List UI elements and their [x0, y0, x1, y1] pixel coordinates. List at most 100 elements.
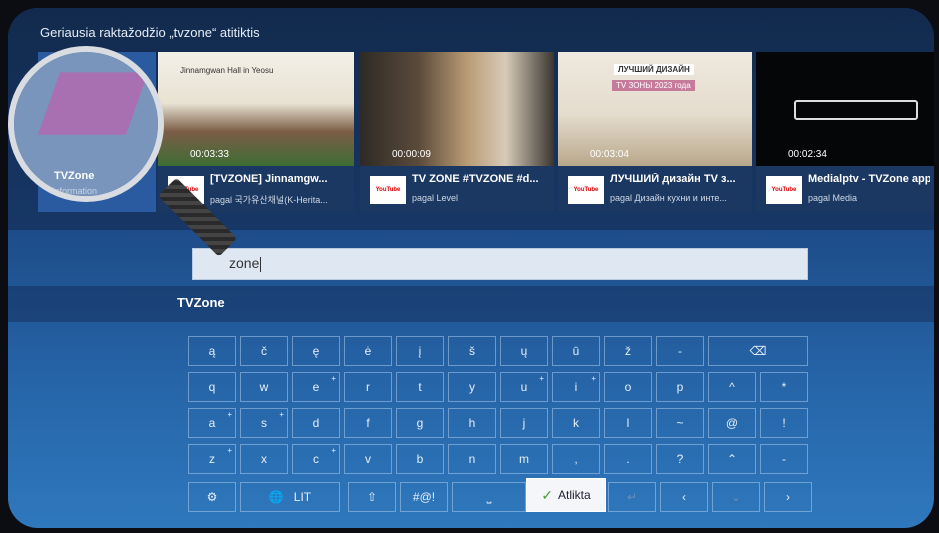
- video-title: Medialptv - TVZone apps: [808, 173, 930, 185]
- key-label: ę: [312, 344, 320, 358]
- key-label: ė: [364, 344, 372, 358]
- key-label: @: [725, 416, 739, 430]
- video-meta: YouTube TV ZONE #TVZONE #d... pagal Leve…: [360, 166, 554, 212]
- key[interactable]: i +: [552, 372, 600, 402]
- key[interactable]: g: [396, 408, 444, 438]
- key[interactable]: o: [604, 372, 652, 402]
- key[interactable]: j: [500, 408, 548, 438]
- key[interactable]: ^: [708, 372, 756, 402]
- key[interactable]: y: [448, 372, 496, 402]
- key[interactable]: q: [188, 372, 236, 402]
- key[interactable]: ?: [656, 444, 704, 474]
- globe-icon: 🌐: [268, 490, 284, 504]
- key[interactable]: s +: [240, 408, 288, 438]
- key-label: -: [782, 452, 786, 466]
- space-icon: ⎵: [486, 489, 492, 504]
- video-card[interactable]: 00:00:09 YouTube TV ZONE #TVZONE #d... p…: [360, 52, 554, 212]
- key[interactable]: č: [240, 336, 288, 366]
- key-label: č: [261, 344, 267, 358]
- done-button[interactable]: ✓ Atlikta: [526, 478, 606, 512]
- key[interactable]: ,: [552, 444, 600, 474]
- video-thumbnail: Jinnamgwan Hall in Yeosu 00:03:33: [158, 52, 354, 166]
- plus-icon: +: [279, 410, 284, 419]
- video-title: ЛУЧШИЙ дизайн TV з...: [610, 173, 736, 185]
- key[interactable]: ė: [344, 336, 392, 366]
- symbols-key[interactable]: #@!: [400, 482, 448, 512]
- key[interactable]: ų: [500, 336, 548, 366]
- key[interactable]: į: [396, 336, 444, 366]
- down-arrow-key[interactable]: ⌄: [712, 482, 760, 512]
- key[interactable]: n: [448, 444, 496, 474]
- key[interactable]: u +: [500, 372, 548, 402]
- thumbnail-caption: ЛУЧШИЙ ДИЗАЙН: [614, 64, 694, 75]
- suggestion-item[interactable]: TVZone: [177, 295, 225, 310]
- video-title: TV ZONE #TVZONE #d...: [412, 173, 539, 185]
- shift-icon: ⇧: [366, 490, 378, 504]
- key-label: .: [626, 452, 630, 466]
- key[interactable]: *: [760, 372, 808, 402]
- key[interactable]: !: [760, 408, 808, 438]
- key[interactable]: ⌃: [708, 444, 756, 474]
- key[interactable]: p: [656, 372, 704, 402]
- settings-key[interactable]: ⚙: [188, 482, 236, 512]
- key[interactable]: v: [344, 444, 392, 474]
- key[interactable]: m: [500, 444, 548, 474]
- shift-key[interactable]: ⇧: [348, 482, 396, 512]
- key[interactable]: h: [448, 408, 496, 438]
- key[interactable]: k: [552, 408, 600, 438]
- key[interactable]: .: [604, 444, 652, 474]
- key[interactable]: -: [656, 336, 704, 366]
- key[interactable]: @: [708, 408, 756, 438]
- key-label: z: [209, 452, 215, 466]
- key-label: !: [782, 416, 786, 430]
- key-label: e: [312, 380, 320, 394]
- backspace-key[interactable]: ⌫: [708, 336, 808, 366]
- key-label: v: [365, 452, 371, 466]
- key[interactable]: ą: [188, 336, 236, 366]
- left-arrow-key[interactable]: ‹: [660, 482, 708, 512]
- key-label: q: [208, 380, 216, 394]
- key-label: x: [261, 452, 267, 466]
- video-duration: 00:03:33: [190, 149, 229, 160]
- key[interactable]: ū: [552, 336, 600, 366]
- key[interactable]: l: [604, 408, 652, 438]
- key-label: ^: [729, 380, 735, 394]
- video-card[interactable]: ЛУЧШИЙ ДИЗАЙН TV ЗОНЫ 2023 года 00:03:04…: [558, 52, 752, 212]
- enter-key[interactable]: ↵: [608, 482, 656, 512]
- key-label: ų: [520, 344, 528, 358]
- key[interactable]: š: [448, 336, 496, 366]
- key-label: f: [366, 416, 370, 430]
- key[interactable]: c +: [292, 444, 340, 474]
- key[interactable]: w: [240, 372, 288, 402]
- key[interactable]: f: [344, 408, 392, 438]
- search-input[interactable]: zone: [192, 248, 808, 280]
- key[interactable]: d: [292, 408, 340, 438]
- app-tile-name-magnified: TVZone: [54, 170, 95, 182]
- video-thumbnail: 00:00:09: [360, 52, 554, 166]
- key[interactable]: ę: [292, 336, 340, 366]
- key-label: ?: [676, 452, 684, 466]
- key[interactable]: b: [396, 444, 444, 474]
- plus-icon: +: [227, 446, 232, 455]
- key-label: *: [781, 380, 787, 394]
- space-key[interactable]: ⎵: [452, 482, 526, 512]
- gear-icon: ⚙: [206, 490, 218, 504]
- video-card[interactable]: 00:02:34 YouTube Medialptv - TVZone apps…: [756, 52, 934, 212]
- key[interactable]: -: [760, 444, 808, 474]
- key-label: ą: [208, 344, 216, 358]
- key-label: j: [522, 416, 526, 430]
- video-duration: 00:02:34: [788, 149, 827, 160]
- tv-device-graphic: [794, 100, 918, 120]
- language-key[interactable]: 🌐 LIT: [240, 482, 340, 512]
- key[interactable]: t: [396, 372, 444, 402]
- key[interactable]: z +: [188, 444, 236, 474]
- key[interactable]: x: [240, 444, 288, 474]
- key[interactable]: e +: [292, 372, 340, 402]
- right-arrow-key[interactable]: ›: [764, 482, 812, 512]
- key[interactable]: ~: [656, 408, 704, 438]
- key[interactable]: r: [344, 372, 392, 402]
- video-duration: 00:00:09: [392, 149, 431, 160]
- key[interactable]: ž: [604, 336, 652, 366]
- key[interactable]: a +: [188, 408, 236, 438]
- key-label: d: [312, 416, 320, 430]
